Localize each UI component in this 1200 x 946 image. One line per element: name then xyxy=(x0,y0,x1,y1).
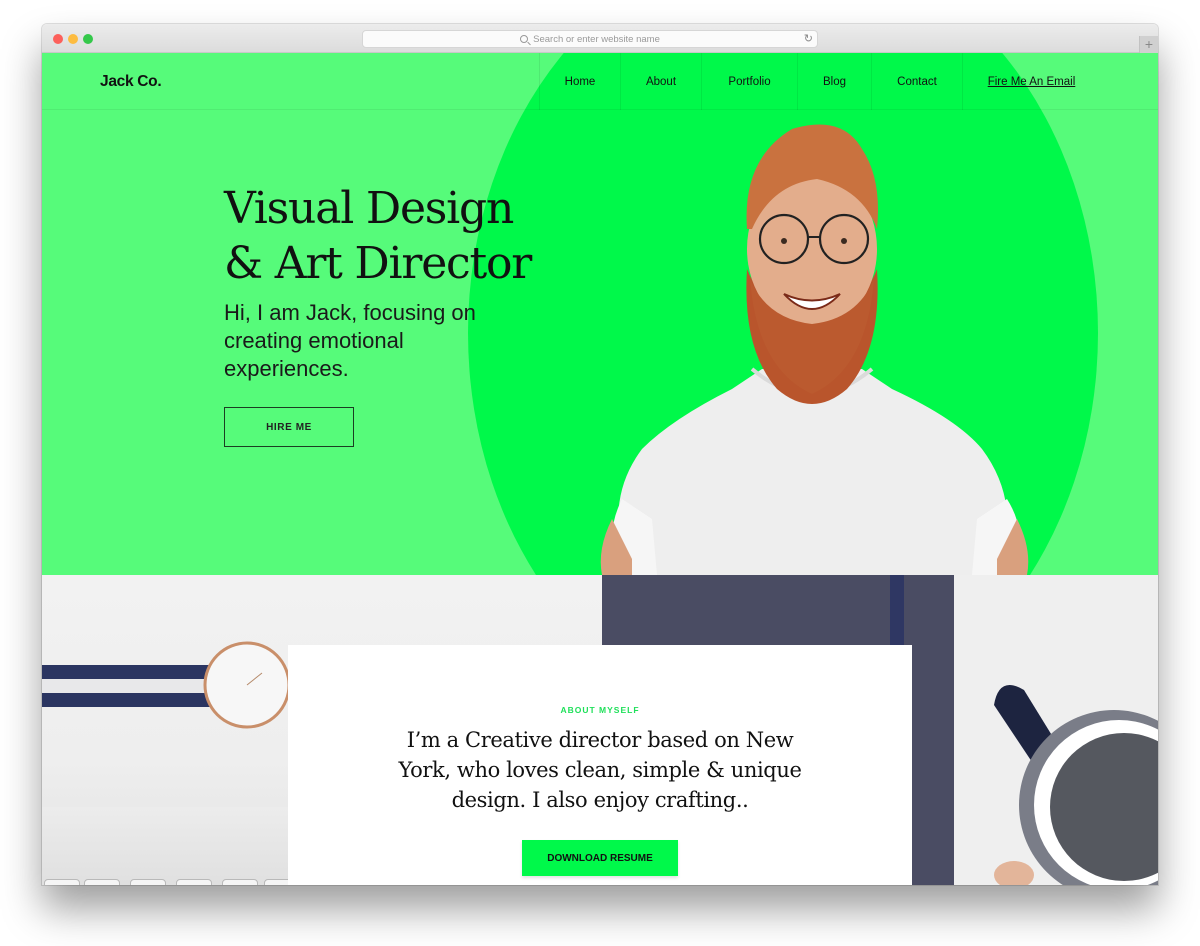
portrait-eye-left xyxy=(781,238,787,244)
plus-icon: + xyxy=(1144,36,1154,52)
key xyxy=(222,879,258,885)
minimize-window-button[interactable] xyxy=(68,34,78,44)
about-label: ABOUT MYSELF xyxy=(560,705,640,715)
site-navbar: Jack Co. Home About Portfolio Blog Conta… xyxy=(42,53,1158,110)
key xyxy=(130,879,166,885)
maximize-window-button[interactable] xyxy=(83,34,93,44)
site-logo[interactable]: Jack Co. xyxy=(100,73,162,91)
address-bar[interactable]: Search or enter website name ↻ xyxy=(362,30,818,48)
hero-subline: Hi, I am Jack, focusing on creating emot… xyxy=(224,300,476,381)
nav-item-contact[interactable]: Contact xyxy=(871,53,962,110)
nav-item-portfolio[interactable]: Portfolio xyxy=(701,53,797,110)
nav-menu: Home About Portfolio Blog Contact Fire M… xyxy=(539,53,1100,110)
hero-headline-line2: & Art Director xyxy=(224,238,532,289)
hire-me-button[interactable]: HIRE ME xyxy=(224,407,354,447)
close-window-button[interactable] xyxy=(53,34,63,44)
nav-item-about[interactable]: About xyxy=(620,53,701,110)
portrait-eye-right xyxy=(841,238,847,244)
about-text: I’m a Creative director based on New Yor… xyxy=(398,728,802,812)
new-tab-button[interactable]: + xyxy=(1139,36,1158,53)
about-card: ABOUT MYSELF I’m a Creative director bas… xyxy=(288,645,912,885)
nav-item-blog[interactable]: Blog xyxy=(797,53,871,110)
address-bar-placeholder: Search or enter website name xyxy=(533,33,660,45)
reload-icon[interactable]: ↻ xyxy=(804,32,813,45)
coffee-mug-image xyxy=(994,685,1158,885)
hero-portrait-image xyxy=(600,124,1029,575)
download-resume-button[interactable]: DOWNLOAD RESUME xyxy=(522,840,678,876)
key xyxy=(44,879,80,885)
browser-window: Search or enter website name ↻ + Jack Co… xyxy=(42,24,1158,885)
nav-item-home[interactable]: Home xyxy=(539,53,620,110)
keyboard-image xyxy=(42,807,302,885)
browser-titlebar: Search or enter website name ↻ + xyxy=(42,24,1158,53)
watch-strap-stripe xyxy=(42,679,222,693)
wristwatch-image xyxy=(42,641,291,729)
key xyxy=(84,879,120,885)
hero-section: Jack Co. Home About Portfolio Blog Conta… xyxy=(42,53,1158,575)
web-page: Jack Co. Home About Portfolio Blog Conta… xyxy=(42,53,1158,885)
thumb xyxy=(994,861,1034,885)
search-icon xyxy=(520,35,529,43)
nav-item-email[interactable]: Fire Me An Email xyxy=(962,53,1100,110)
hero-headline-line1: Visual Design xyxy=(224,183,514,234)
key xyxy=(176,879,212,885)
hero-headline: Visual Design & Art Director xyxy=(224,181,532,291)
coffee-mug-area xyxy=(954,575,1158,885)
